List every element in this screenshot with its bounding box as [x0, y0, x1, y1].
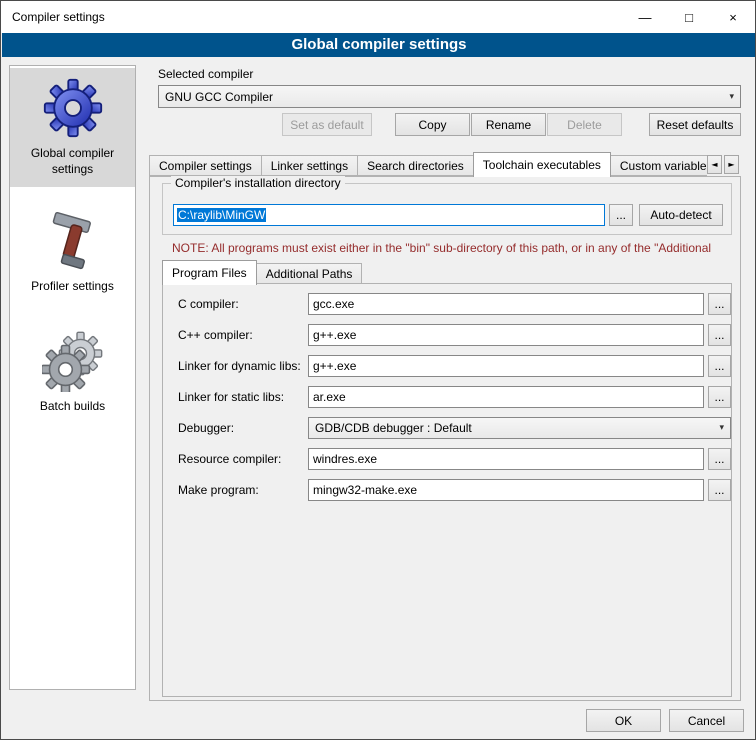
cancel-button[interactable]: Cancel: [669, 709, 744, 732]
compiler-settings-dialog: Compiler settings — □ × Global compiler …: [0, 0, 756, 740]
resource-compiler-browse-button[interactable]: ...: [708, 448, 731, 470]
cpp-compiler-browse-button[interactable]: ...: [708, 324, 731, 346]
c-compiler-label: C compiler:: [178, 297, 239, 311]
sidebar-item-label: Profiler settings: [31, 279, 114, 295]
field-row-cpp-compiler: C++ compiler: ...: [163, 324, 731, 347]
chevron-down-icon: ▾: [729, 92, 734, 102]
install-dir-browse-button[interactable]: ...: [609, 204, 633, 226]
make-program-label: Make program:: [178, 483, 259, 497]
tab-compiler-settings[interactable]: Compiler settings: [149, 155, 262, 176]
settings-tabstrip: Compiler settings Linker settings Search…: [149, 152, 741, 176]
cpp-compiler-label: C++ compiler:: [178, 328, 253, 342]
compiler-select-value: GNU GCC Compiler: [165, 90, 273, 104]
resource-compiler-input[interactable]: [308, 448, 704, 470]
tab-scroll-arrows: ◄ ►: [707, 155, 739, 174]
install-dir-selected-text: C:\raylib\MinGW: [177, 208, 266, 222]
auto-detect-button[interactable]: Auto-detect: [639, 204, 723, 226]
field-row-linker-static: Linker for static libs: ...: [163, 386, 731, 409]
program-files-tabstrip: Program Files Additional Paths: [162, 260, 362, 285]
make-program-input[interactable]: [308, 479, 704, 501]
linker-dynamic-browse-button[interactable]: ...: [708, 355, 731, 377]
linker-dynamic-input[interactable]: [308, 355, 704, 377]
field-row-c-compiler: C compiler: ...: [163, 293, 731, 316]
tab-linker-settings[interactable]: Linker settings: [261, 155, 358, 176]
minimize-icon[interactable]: —: [623, 1, 667, 33]
installation-directory-group: Compiler's installation directory C:\ray…: [162, 183, 732, 235]
rename-button[interactable]: Rename: [471, 113, 546, 136]
make-program-browse-button[interactable]: ...: [708, 479, 731, 501]
tabs: Compiler settings Linker settings Search…: [149, 152, 707, 177]
selected-compiler-label: Selected compiler: [158, 67, 253, 81]
resource-compiler-label: Resource compiler:: [178, 452, 281, 466]
tab-program-files[interactable]: Program Files: [162, 260, 257, 285]
profiler-tool-icon: [44, 212, 102, 272]
installation-directory-group-title: Compiler's installation directory: [171, 176, 345, 190]
toolchain-executables-panel: Compiler's installation directory C:\ray…: [149, 176, 741, 701]
set-as-default-button[interactable]: Set as default: [282, 113, 372, 136]
c-compiler-input[interactable]: [308, 293, 704, 315]
reset-defaults-button[interactable]: Reset defaults: [649, 113, 741, 136]
tab-custom-variables[interactable]: Custom variables: [610, 155, 707, 176]
titlebar: Compiler settings — □ ×: [1, 1, 755, 33]
tab-search-directories[interactable]: Search directories: [357, 155, 474, 176]
sidebar-item-label: Global compiler settings: [12, 146, 133, 177]
copy-button[interactable]: Copy: [395, 113, 470, 136]
linker-dynamic-label: Linker for dynamic libs:: [178, 359, 301, 373]
cpp-compiler-input[interactable]: [308, 324, 704, 346]
bin-subdirectory-note: NOTE: All programs must exist either in …: [172, 241, 734, 255]
field-row-make-program: Make program: ...: [163, 479, 731, 502]
install-dir-input[interactable]: C:\raylib\MinGW: [173, 204, 605, 226]
installation-directory-row: C:\raylib\MinGW ... Auto-detect: [173, 204, 723, 226]
linker-static-label: Linker for static libs:: [178, 390, 284, 404]
debugger-label: Debugger:: [178, 421, 234, 435]
program-files-panel: C compiler: ... C++ compiler: ... Linker…: [162, 283, 732, 697]
sidebar-item-batch-builds[interactable]: Batch builds: [10, 321, 135, 425]
field-row-resource-compiler: Resource compiler: ...: [163, 448, 731, 471]
close-icon[interactable]: ×: [711, 1, 755, 33]
tab-additional-paths[interactable]: Additional Paths: [256, 263, 363, 284]
tab-toolchain-executables[interactable]: Toolchain executables: [473, 152, 611, 177]
debugger-select[interactable]: GDB/CDB debugger : Default ▾: [308, 417, 731, 439]
scroll-tabs-right-icon[interactable]: ►: [724, 155, 739, 174]
delete-button[interactable]: Delete: [547, 113, 622, 136]
c-compiler-browse-button[interactable]: ...: [708, 293, 731, 315]
linker-static-input[interactable]: [308, 386, 704, 408]
field-row-debugger: Debugger: GDB/CDB debugger : Default ▾: [163, 417, 731, 440]
window-title: Compiler settings: [1, 10, 105, 24]
maximize-icon[interactable]: □: [667, 1, 711, 33]
field-row-linker-dynamic: Linker for dynamic libs: ...: [163, 355, 731, 378]
sidebar-item-label: Batch builds: [40, 399, 105, 415]
settings-category-list: Global compiler settings Profiler settin…: [9, 65, 136, 690]
page-title: Global compiler settings: [2, 33, 756, 57]
sidebar-item-profiler-settings[interactable]: Profiler settings: [10, 203, 135, 305]
titlebar-buttons: — □ ×: [623, 1, 755, 33]
blue-gear-icon: [42, 77, 104, 139]
compiler-select[interactable]: GNU GCC Compiler ▾: [158, 85, 741, 108]
gray-gears-icon: [42, 330, 104, 392]
scroll-tabs-left-icon[interactable]: ◄: [707, 155, 722, 174]
debugger-select-value: GDB/CDB debugger : Default: [315, 421, 472, 435]
linker-static-browse-button[interactable]: ...: [708, 386, 731, 408]
ok-button[interactable]: OK: [586, 709, 661, 732]
chevron-down-icon: ▾: [719, 423, 724, 433]
sidebar-item-global-compiler-settings[interactable]: Global compiler settings: [10, 68, 135, 187]
